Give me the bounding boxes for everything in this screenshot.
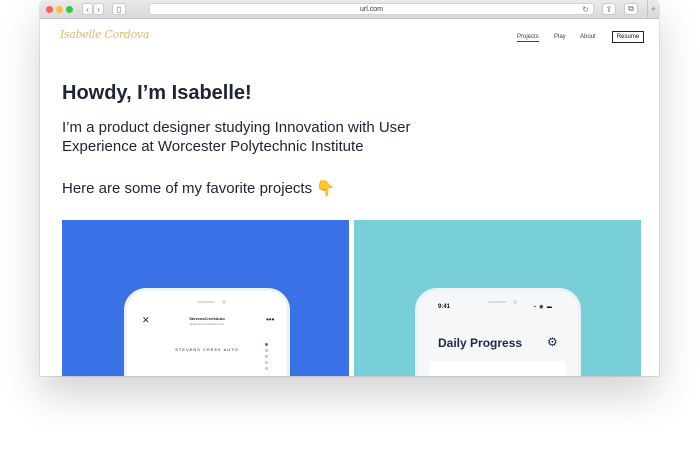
url-text: url.com xyxy=(360,5,383,13)
forward-button[interactable]: › xyxy=(93,3,104,15)
browser-titlebar: ‹ › ▯ url.com ↻ ⇪ ⧉ + xyxy=(40,0,659,19)
tabs-button[interactable]: ⧉ xyxy=(624,3,638,15)
app-title: Daily Progress xyxy=(438,336,523,350)
close-icon: ✕ xyxy=(142,315,150,325)
nav-projects[interactable]: Projects xyxy=(517,34,539,42)
nav-play[interactable]: Play xyxy=(554,34,566,40)
resume-button[interactable]: Resume xyxy=(612,31,644,43)
share-icon: ⇪ xyxy=(605,4,613,14)
dot xyxy=(265,355,268,358)
share-button[interactable]: ⇪ xyxy=(602,3,616,15)
phone-camera xyxy=(222,300,226,304)
chevron-left-icon: ‹ xyxy=(86,4,89,14)
status-time: 9:41 xyxy=(438,304,451,310)
pointing-down-icon: 👇 xyxy=(316,180,335,197)
sidebar-button[interactable]: ▯ xyxy=(112,3,126,15)
close-window-button[interactable] xyxy=(46,6,53,13)
webpage: Isabelle Cordova Projects Play About Res… xyxy=(40,19,659,376)
phone-speaker xyxy=(488,301,506,303)
more-icon: ••• xyxy=(266,315,275,324)
chevron-right-icon: › xyxy=(97,4,100,14)
project-card-daily-progress[interactable]: 9:41 ▪ ◉ ▬ Daily Progress ⚙ xyxy=(354,220,641,376)
new-tab-button[interactable]: + xyxy=(647,0,659,18)
dot xyxy=(265,349,268,352)
app-title: StevensCreekAuto xyxy=(189,316,225,321)
minimize-window-button[interactable] xyxy=(56,6,63,13)
phone-mockup: 9:41 ▪ ◉ ▬ Daily Progress ⚙ xyxy=(415,288,581,376)
brand-text: STEVENS CREEK AUTO xyxy=(175,347,239,352)
pagination-dots xyxy=(265,343,269,373)
status-icons: ▪ ◉ ▬ xyxy=(534,304,553,310)
dot xyxy=(265,367,268,370)
intro-text: I’m a product designer studying Innovati… xyxy=(62,119,411,155)
gear-icon: ⚙ xyxy=(547,335,558,349)
page-heading: Howdy, I’m Isabelle! xyxy=(62,82,252,104)
app-subtitle: @StevensCreekAuto.com xyxy=(189,322,225,326)
site-logo[interactable]: Isabelle Cordova xyxy=(60,28,149,41)
progress-card xyxy=(430,361,566,376)
browser-window: ‹ › ▯ url.com ↻ ⇪ ⧉ + Isabelle Cordova P… xyxy=(40,0,659,376)
reload-icon[interactable]: ↻ xyxy=(582,5,589,14)
project-card-stevens-creek[interactable]: ✕ StevensCreekAuto @StevensCreekAuto.com… xyxy=(62,220,349,376)
dot xyxy=(265,361,268,364)
tabs-icon: ⧉ xyxy=(628,4,634,13)
nav-about[interactable]: About xyxy=(580,34,596,40)
favorites-heading: Here are some of my favorite projects 👇 xyxy=(62,179,335,197)
dot-active xyxy=(265,343,268,346)
favorites-text: Here are some of my favorite projects xyxy=(62,180,313,197)
sidebar-icon: ▯ xyxy=(116,4,122,14)
zoom-window-button[interactable] xyxy=(66,6,73,13)
address-bar[interactable]: url.com ↻ xyxy=(149,3,594,15)
phone-mockup: ✕ StevensCreekAuto @StevensCreekAuto.com… xyxy=(124,288,290,376)
back-button[interactable]: ‹ xyxy=(82,3,93,15)
phone-camera xyxy=(513,300,517,304)
phone-speaker xyxy=(197,301,215,303)
